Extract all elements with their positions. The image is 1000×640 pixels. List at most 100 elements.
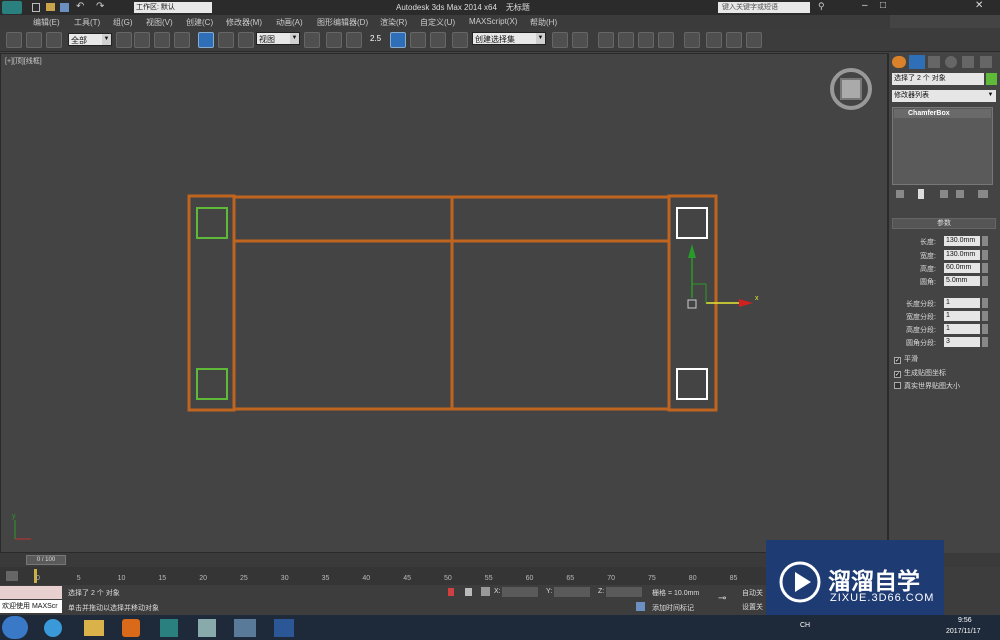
menu-create[interactable]: 创建(C) [186,17,213,28]
display-tab-icon[interactable] [962,56,974,68]
rotate-icon[interactable] [218,32,234,48]
menu-maxscript[interactable]: MAXScript(X) [469,17,517,26]
absolute-mode-icon[interactable] [481,587,490,596]
motion-tab-icon[interactable] [945,56,957,68]
unlink-icon[interactable] [26,32,42,48]
pivot-center-icon[interactable] [304,32,320,48]
menu-help[interactable]: 帮助(H) [530,17,557,28]
smooth-checkbox[interactable]: ✓ 平滑 [894,354,918,365]
spinner-arrows-icon[interactable] [982,263,988,273]
menu-modifiers[interactable]: 修改器(M) [226,17,262,28]
menu-group[interactable]: 组(G) [113,17,133,28]
binoculars-icon[interactable]: ⚲ [818,1,825,12]
configure-sets-icon[interactable] [978,190,988,198]
length-segs-spinner[interactable]: 1 [944,298,980,308]
redo-icon[interactable]: ↷ [96,1,104,12]
lock-icon[interactable] [465,588,472,596]
graphite-ribbon-icon[interactable] [618,32,634,48]
move-icon[interactable] [198,32,214,48]
gen-mapping-checkbox[interactable]: ✓ 生成贴图坐标 [894,368,946,379]
percent-snap-icon[interactable] [410,32,426,48]
language-indicator[interactable]: CH [800,622,810,629]
spinner-arrows-icon[interactable] [982,337,988,347]
lock-selection-icon[interactable] [448,588,454,596]
parameters-rollout-header[interactable]: 参数 [892,218,996,229]
rect-selection-icon[interactable] [154,32,170,48]
close-button[interactable]: ✕ [975,0,983,11]
utilities-tab-icon[interactable] [980,56,992,68]
spinner-snap-icon[interactable] [430,32,446,48]
manipulate-icon[interactable] [326,32,342,48]
link-icon[interactable] [6,32,22,48]
selection-filter-dropdown[interactable]: 全部 ▼ [68,33,112,46]
bind-spacewarp-icon[interactable] [46,32,62,48]
select-object-icon[interactable] [116,32,132,48]
paint-taskbar-icon[interactable] [198,619,216,637]
clock-date[interactable]: 2017/11/17 [946,628,981,635]
new-file-icon[interactable] [32,3,40,12]
track-bar[interactable]: 0 5 10 15 20 25 30 35 40 45 50 55 60 65 70 75 80 85 [0,567,770,585]
save-file-icon[interactable] [60,3,69,12]
remove-modifier-icon[interactable] [956,190,964,198]
ie-taskbar-icon[interactable] [44,619,62,637]
real-world-map-checkbox[interactable]: 真实世界贴图大小 [894,381,960,392]
object-color-swatch[interactable] [986,73,997,85]
make-unique-icon[interactable] [940,190,948,198]
workspace-dropdown[interactable]: 工作区: 默认 [134,2,212,13]
fillet-spinner[interactable]: 5.0mm [944,276,980,286]
x-coord-field[interactable] [502,587,538,597]
z-coord-field[interactable] [606,587,642,597]
material-editor-icon[interactable] [684,32,700,48]
schematic-view-icon[interactable] [658,32,674,48]
add-time-tag[interactable]: 添加时间标记 [652,603,694,613]
show-end-result-icon[interactable] [918,189,924,199]
length-spinner[interactable]: 130.0mm [944,236,980,246]
search-input[interactable]: 键入关键字或短语 [718,2,810,13]
named-selection-dropdown[interactable]: 创建选择集 ▼ [472,32,546,45]
pin-stack-icon[interactable] [896,190,904,198]
auto-key-button[interactable]: 自动关 [742,588,763,598]
3dsmax-taskbar-icon[interactable] [160,619,178,637]
width-spinner[interactable]: 130.0mm [944,250,980,260]
spinner-arrows-icon[interactable] [982,250,988,260]
modifier-stack-item[interactable]: ChamferBox [894,109,991,118]
mirror-icon[interactable] [552,32,568,48]
time-slider-thumb[interactable]: 0 / 100 [26,555,66,565]
spinner-arrows-icon[interactable] [982,276,988,286]
select-by-name-icon[interactable] [134,32,150,48]
key-icon[interactable]: ⊸ [718,593,726,604]
maxscript-mini-listener[interactable]: 欢迎使用 MAXScr [0,600,62,613]
layer-manager-icon[interactable] [598,32,614,48]
hierarchy-tab-icon[interactable] [928,56,940,68]
curve-editor-icon[interactable] [638,32,654,48]
explorer-taskbar-icon[interactable] [84,620,104,636]
viewport-top[interactable]: [+][顶][线框] x y [0,53,888,553]
selection-info-field[interactable]: 选择了 2 个 对象 [892,73,984,85]
spinner-arrows-icon[interactable] [982,311,988,321]
clock-time[interactable]: 9:56 [958,617,972,624]
menu-customize[interactable]: 自定义(U) [420,17,455,28]
render-teapot-icon[interactable] [746,32,762,48]
create-tab-icon[interactable] [892,56,906,68]
menu-rendering[interactable]: 渲染(R) [380,17,407,28]
modifier-stack[interactable]: ChamferBox [892,107,993,185]
open-file-icon[interactable] [46,3,55,11]
undo-icon[interactable]: ↶ [76,1,84,12]
y-coord-field[interactable] [554,587,590,597]
snap-toggle-label[interactable]: 2.5 [370,34,381,43]
set-key-button[interactable]: 设置关 [742,602,763,612]
menu-tools[interactable]: 工具(T) [74,17,100,28]
edit-named-sel-icon[interactable] [452,32,468,48]
spinner-arrows-icon[interactable] [982,298,988,308]
reference-coord-dropdown[interactable]: 视图 ▼ [256,32,300,45]
word-taskbar-icon[interactable] [274,619,294,637]
render-setup-icon[interactable] [706,32,722,48]
angle-snap-icon[interactable] [390,32,406,48]
track-bar-toggle-icon[interactable] [6,571,18,581]
modifier-list-dropdown[interactable]: 修改器列表 ▼ [892,90,996,102]
scale-icon[interactable] [238,32,254,48]
app-logo-icon[interactable] [2,1,22,14]
menu-animation[interactable]: 动画(A) [276,17,303,28]
modify-tab-icon[interactable] [909,55,925,69]
fillet-segs-spinner[interactable]: 3 [944,337,980,347]
